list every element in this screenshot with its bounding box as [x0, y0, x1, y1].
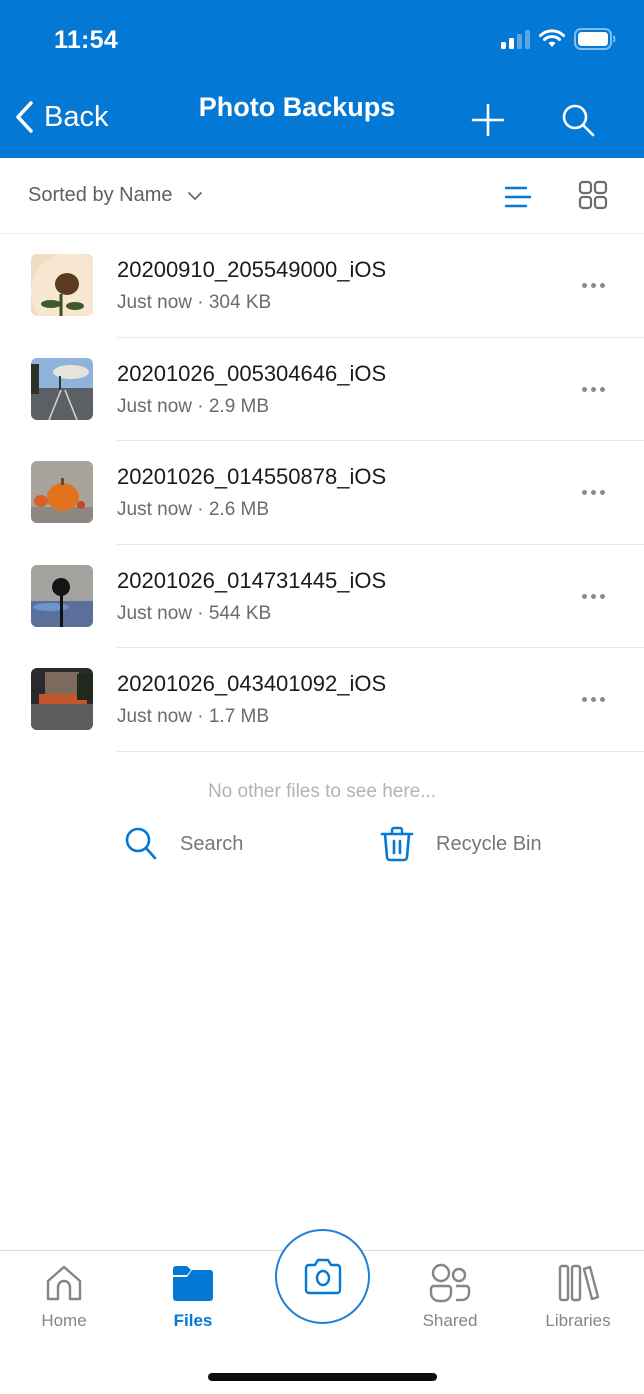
recycle-bin-shortcut[interactable]: Recycle Bin [380, 826, 542, 862]
tab-libraries[interactable]: Libraries [523, 1263, 633, 1331]
file-list: 20200910_205549000_iOS Just now · 304 KB… [0, 234, 644, 752]
status-icons [501, 28, 616, 50]
home-icon [46, 1265, 82, 1301]
sort-toolbar: Sorted by Name [0, 158, 644, 234]
file-row[interactable]: 20201026_043401092_iOS Just now · 1.7 MB [0, 648, 644, 752]
tab-shared-label: Shared [422, 1311, 478, 1330]
file-row[interactable]: 20201026_014550878_iOS Just now · 2.6 MB [0, 441, 644, 545]
grid-view-icon [578, 180, 608, 210]
search-shortcut[interactable]: Search [124, 826, 243, 862]
plus-icon [471, 103, 505, 137]
wifi-icon [539, 29, 565, 47]
trash-icon [380, 826, 414, 862]
more-options-button[interactable] [578, 279, 609, 292]
cellular-signal-icon [501, 29, 530, 49]
tab-libraries-label: Libraries [545, 1311, 611, 1330]
shared-people-icon [429, 1263, 471, 1303]
file-name: 20201026_043401092_iOS [117, 671, 387, 696]
more-options-button[interactable] [578, 486, 609, 499]
file-thumbnail-street [31, 357, 93, 420]
grid-view-button[interactable] [578, 180, 608, 215]
sort-dropdown[interactable]: Sorted by Name [28, 184, 203, 207]
search-shortcut-label: Search [180, 832, 244, 855]
libraries-icon [558, 1264, 600, 1302]
tab-files[interactable]: Files [138, 1263, 248, 1331]
file-name: 20200910_205549000_iOS [117, 257, 387, 282]
file-meta: Just now · 1.7 MB [117, 706, 270, 727]
file-thumbnail-pumpkin [31, 461, 93, 523]
header-bar: 11:54 Back Photo Backups [0, 0, 644, 158]
file-thumbnail-palm-tree [31, 564, 93, 627]
status-time: 11:54 [54, 26, 119, 54]
tab-files-label: Files [173, 1311, 213, 1330]
sort-label: Sorted by Name [28, 184, 173, 206]
file-meta: Just now · 2.6 MB [117, 499, 270, 520]
search-button[interactable] [560, 102, 596, 143]
tab-shared[interactable]: Shared [395, 1263, 505, 1331]
file-row[interactable]: 20201026_005304646_iOS Just now · 2.9 MB [0, 338, 644, 442]
camera-icon [304, 1258, 341, 1294]
home-indicator [208, 1373, 437, 1381]
list-view-icon [504, 186, 532, 208]
file-name: 20201026_014550878_iOS [117, 464, 387, 489]
add-button[interactable] [470, 102, 506, 143]
list-view-button[interactable] [504, 185, 532, 214]
file-name: 20201026_014731445_iOS [117, 567, 387, 593]
more-options-button[interactable] [578, 383, 609, 396]
file-meta: Just now · 2.9 MB [117, 395, 270, 417]
file-name: 20201026_005304646_iOS [117, 360, 387, 386]
camera-button[interactable] [275, 1229, 370, 1324]
more-options-button[interactable] [578, 693, 609, 706]
file-row[interactable]: 20201026_014731445_iOS Just now · 544 KB [0, 545, 644, 649]
battery-icon [574, 28, 616, 50]
empty-message: No other files to see here... [207, 781, 437, 802]
tab-home[interactable]: Home [9, 1263, 119, 1331]
tab-home-label: Home [41, 1311, 87, 1330]
file-thumbnail-building-night [31, 668, 93, 730]
folder-icon [173, 1266, 213, 1301]
chevron-down-icon [187, 191, 202, 200]
more-options-button[interactable] [578, 590, 609, 603]
file-meta: Just now · 544 KB [117, 602, 272, 624]
file-meta: Just now · 304 KB [117, 292, 272, 313]
file-row[interactable]: 20200910_205549000_iOS Just now · 304 KB [0, 234, 644, 338]
search-icon [562, 104, 595, 137]
file-thumbnail-sunflower [31, 254, 93, 316]
recycle-bin-label: Recycle Bin [436, 832, 542, 855]
search-icon [125, 827, 157, 860]
